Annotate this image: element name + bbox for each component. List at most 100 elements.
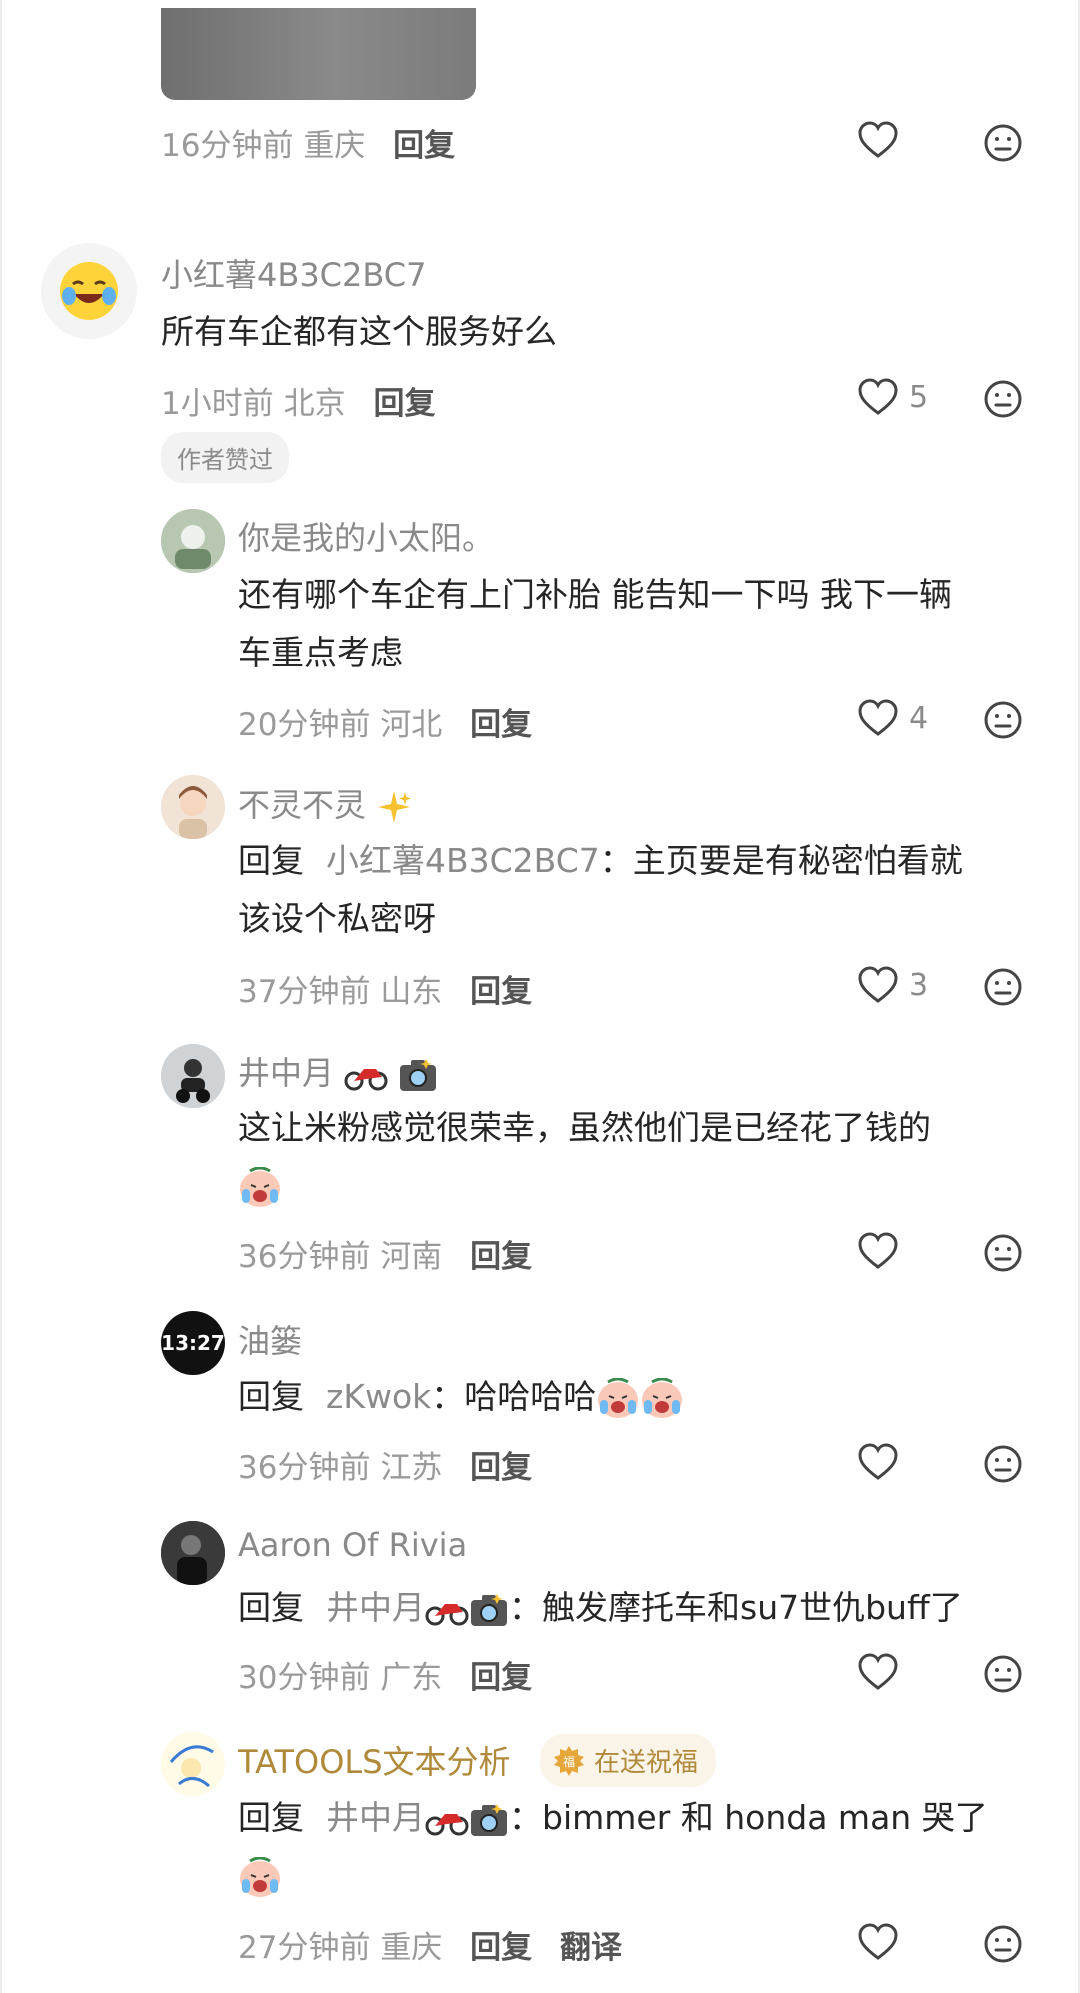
reply-text: 回复 井中月 ：触发摩托车和su7世仇buff了 (238, 1579, 1080, 1637)
neutral-face-icon[interactable] (983, 1924, 1023, 1964)
crying-laugh-icon (642, 1377, 683, 1418)
reply-prefix: 回复 (238, 841, 304, 880)
username[interactable]: 油篓 (238, 1316, 302, 1362)
reply-button[interactable]: 回复 (470, 974, 532, 1010)
username[interactable]: 你是我的小太阳。 (238, 513, 494, 559)
reply-button[interactable]: 回复 (470, 1239, 532, 1275)
reply-text-line: 车重点考虑 (238, 633, 403, 672)
like-button[interactable]: 5 (857, 377, 928, 417)
reply-button[interactable]: 回复 (393, 128, 455, 164)
avatar[interactable] (161, 1732, 225, 1796)
reply-text: 这让米粉感觉很荣幸，虽然他们是已经花了钱的 (238, 1099, 1080, 1215)
crying-laugh-icon (598, 1377, 639, 1418)
reply-button[interactable]: 回复 (373, 386, 435, 422)
comment-meta: 1小时前 北京 回复 (161, 378, 435, 423)
reply-prefix: 回复 (238, 1798, 304, 1837)
motorcycle-icon (425, 1603, 469, 1625)
like-button[interactable]: 4 (857, 698, 928, 738)
reply-meta: 36分钟前 江苏 回复 (238, 1442, 532, 1487)
heart-icon (858, 1923, 898, 1960)
reply-text-part: ：主页要是有秘密怕看就 (599, 841, 963, 880)
username[interactable]: 小红薯4B3C2BC7 (161, 250, 426, 296)
reply-text-line: 还有哪个车企有上门补胎 能告知一下吗 我下一辆 (238, 575, 952, 614)
avatar[interactable] (161, 775, 225, 839)
heart-icon (858, 1653, 898, 1690)
avatar-photo-icon (161, 1521, 225, 1585)
reply-button[interactable]: 回复 (470, 1660, 532, 1696)
like-count: 3 (909, 967, 929, 1003)
username[interactable]: 井中月 (238, 1048, 438, 1094)
like-button[interactable] (857, 1922, 899, 1962)
heart-icon (858, 378, 898, 415)
translate-button[interactable]: 翻译 (560, 1930, 622, 1966)
reply-prefix: 回复 (238, 1377, 304, 1416)
camera-icon (471, 1593, 507, 1626)
badge-text: 在送祝福 (594, 1748, 699, 1778)
comment-location: 北京 (283, 386, 346, 422)
reply-time: 37分钟前 (238, 974, 371, 1010)
camera-icon (471, 1803, 507, 1836)
reply-time: 36分钟前 (238, 1239, 371, 1275)
username[interactable]: Aaron Of Rivia (238, 1526, 467, 1564)
neutral-face-icon[interactable] (983, 379, 1023, 419)
reply-time: 36分钟前 (238, 1450, 371, 1486)
neutral-face-icon[interactable] (983, 1654, 1023, 1694)
reply-location: 江苏 (380, 1450, 443, 1486)
mention-link[interactable]: zKwok (326, 1377, 431, 1416)
avatar[interactable] (161, 509, 225, 573)
avatar-photo-icon (161, 509, 225, 573)
blessing-badge[interactable]: 福 在送祝福 (540, 1734, 717, 1787)
left-edge (0, 0, 2, 1993)
comment-time: 16分钟前 (161, 128, 294, 164)
comment-time: 1小时前 (161, 386, 274, 422)
heart-icon (858, 1232, 898, 1269)
reply-meta: 27分钟前 重庆 回复 翻译 (238, 1922, 622, 1967)
like-count: 4 (909, 700, 929, 736)
comment-text: 所有车企都有这个服务好么 (161, 312, 557, 351)
camera-icon (400, 1059, 437, 1091)
reply-time: 20分钟前 (238, 707, 371, 743)
username-text: 不灵不灵 (238, 786, 367, 824)
neutral-face-icon[interactable] (983, 1233, 1023, 1273)
reply-text: 回复 井中月 ：bimmer 和 honda man 哭了 (238, 1789, 1080, 1905)
reply-text-line (238, 1847, 1080, 1905)
avatar[interactable] (161, 1521, 225, 1585)
avatar[interactable] (161, 1044, 225, 1108)
neutral-face-icon[interactable] (983, 700, 1023, 740)
mention-link[interactable]: 井中月 (326, 1588, 509, 1627)
neutral-face-icon[interactable] (983, 123, 1023, 163)
like-count: 5 (909, 379, 929, 415)
mention-text: 井中月 (326, 1798, 425, 1837)
heart-icon (858, 1443, 898, 1480)
reply-button[interactable]: 回复 (470, 1450, 532, 1486)
neutral-face-icon[interactable] (983, 967, 1023, 1007)
like-button[interactable] (857, 1442, 899, 1482)
reply-meta: 36分钟前 河南 回复 (238, 1231, 532, 1276)
neutral-face-icon[interactable] (983, 1444, 1023, 1484)
reply-location: 广东 (380, 1660, 443, 1696)
comment-image[interactable] (161, 8, 476, 100)
avatar[interactable] (41, 243, 137, 339)
reply-text-line: 该设个私密呀 (238, 899, 436, 938)
like-button[interactable] (857, 120, 899, 160)
like-button[interactable] (857, 1652, 899, 1692)
mention-text: 井中月 (326, 1588, 425, 1627)
like-button[interactable]: 3 (857, 965, 928, 1005)
mention-link[interactable]: 井中月 (326, 1798, 509, 1837)
reply-text-line: 这让米粉感觉很荣幸，虽然他们是已经花了钱的 (238, 1108, 931, 1147)
reply-text-line (238, 1157, 1080, 1215)
username[interactable]: 不灵不灵 (238, 780, 412, 826)
reply-button[interactable]: 回复 (470, 707, 532, 743)
reply-button[interactable]: 回复 (470, 1930, 532, 1966)
heart-icon (858, 699, 898, 736)
reply-text-part: ：触发摩托车和su7世仇buff了 (509, 1588, 963, 1627)
sparkles-icon (378, 791, 412, 823)
username[interactable]: TATOOLS文本分析 (238, 1737, 511, 1783)
reply-text: 回复 小红薯4B3C2BC7：主页要是有秘密怕看就 该设个私密呀 (238, 832, 1080, 948)
avatar[interactable]: 13:27 (161, 1311, 225, 1375)
mention-link[interactable]: 小红薯4B3C2BC7 (326, 841, 600, 880)
like-button[interactable] (857, 1231, 899, 1271)
reply-meta: 37分钟前 山东 回复 (238, 966, 532, 1011)
laughing-emoji-icon (60, 262, 118, 320)
reply-meta: 30分钟前 广东 回复 (238, 1652, 532, 1697)
